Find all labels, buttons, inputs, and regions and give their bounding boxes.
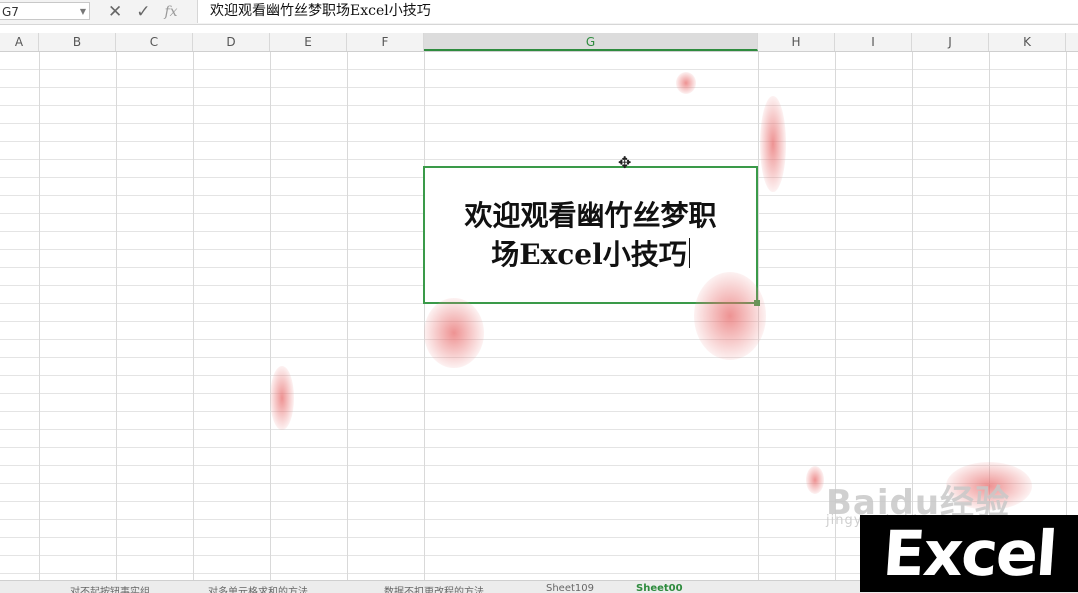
fx-icon[interactable]: fx [165, 4, 178, 20]
petal-decoration [806, 466, 824, 494]
grid-line [270, 52, 271, 580]
column-header-g[interactable]: G [424, 33, 758, 51]
grid-line [193, 52, 194, 580]
grid-line [347, 52, 348, 580]
petal-decoration [270, 366, 294, 430]
petal-decoration [424, 298, 484, 368]
column-header-i[interactable]: I [835, 33, 912, 51]
petal-decoration [676, 72, 696, 94]
move-cursor-icon: ✥ [618, 153, 632, 172]
petal-decoration [694, 272, 766, 360]
column-header-c[interactable]: C [116, 33, 193, 51]
column-header-f[interactable]: F [347, 33, 424, 51]
active-cell-text: 欢迎观看幽竹丝梦职 场Excel小技巧 [441, 196, 741, 274]
grid-line [424, 52, 425, 580]
formula-toolbar: G7 ▼ ✕ ✓ fx 欢迎观看幽竹丝梦职场Excel小技巧 [0, 0, 1078, 25]
text-cursor [688, 238, 690, 268]
column-header-e[interactable]: E [270, 33, 347, 51]
chevron-down-icon[interactable]: ▼ [80, 3, 86, 21]
name-box[interactable]: G7 ▼ [0, 2, 90, 20]
logo-text: Excel [880, 517, 1058, 590]
grid-line [1066, 52, 1067, 580]
excel-logo: Excel [860, 515, 1078, 592]
check-icon[interactable]: ✓ [136, 2, 150, 22]
column-header-row: A B C D E F G H I J K [0, 33, 1078, 52]
grid-line [39, 52, 40, 580]
grid-line [116, 52, 117, 580]
formula-input[interactable]: 欢迎观看幽竹丝梦职场Excel小技巧 [197, 0, 1078, 23]
name-box-value: G7 [2, 5, 19, 19]
column-header-a[interactable]: A [0, 33, 39, 51]
active-cell-line-1: 欢迎观看幽竹丝梦职 [464, 199, 717, 232]
column-header-d[interactable]: D [193, 33, 270, 51]
active-cell-line-2: 场Excel小技巧 [491, 238, 687, 271]
column-header-k[interactable]: K [989, 33, 1066, 51]
petal-decoration [760, 96, 786, 192]
column-header-j[interactable]: J [912, 33, 989, 51]
x-icon[interactable]: ✕ [108, 2, 122, 22]
column-header-h[interactable]: H [758, 33, 835, 51]
column-header-b[interactable]: B [39, 33, 116, 51]
